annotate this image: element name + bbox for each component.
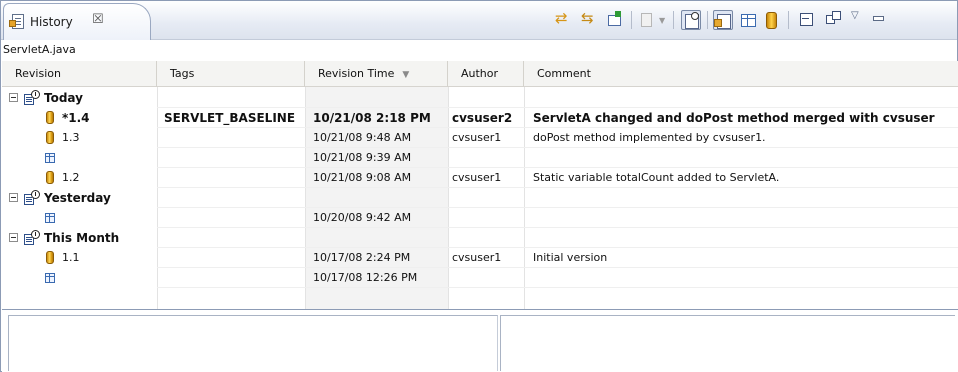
file-name-label: ServletA.java [3, 43, 76, 56]
revision-drum-icon [46, 111, 54, 124]
column-label: Revision Time [318, 67, 395, 80]
local-revision-icon [45, 153, 55, 163]
toolbar-separator [673, 11, 674, 29]
column-header-revision[interactable]: Revision [2, 61, 157, 87]
table-row[interactable]: *1.4 SERVLET_BASELINE 10/21/08 2:18 PM c… [2, 108, 958, 128]
table-row[interactable]: 10/20/08 9:42 AM [2, 208, 958, 228]
column-header-comment[interactable]: Comment [524, 61, 958, 87]
view-toolbar: ▼ [553, 8, 953, 34]
group-row-today[interactable]: Today [2, 88, 958, 108]
toolbar-separator [788, 11, 789, 29]
collapse-icon[interactable] [9, 93, 18, 102]
revision-time-cell: 10/21/08 9:08 AM [313, 171, 412, 184]
column-label: Tags [170, 67, 195, 80]
group-label: Yesterday [44, 191, 111, 205]
column-label: Comment [537, 67, 591, 80]
comment-cell: Initial version [533, 251, 608, 264]
tags-cell [164, 168, 304, 188]
column-header-revision-time[interactable]: Revision Time ▼ [305, 61, 448, 87]
column-header-author[interactable]: Author [448, 61, 524, 87]
column-label: Revision [15, 67, 61, 80]
refresh-icon[interactable] [553, 9, 573, 30]
tags-cell [164, 248, 304, 268]
local-revision-icon [45, 213, 55, 223]
revision-cell: *1.4 [62, 111, 90, 125]
compare-mode-icon[interactable] [579, 9, 599, 30]
revision-cell: 1.1 [62, 251, 80, 264]
author-cell: cvsuser1 [452, 131, 502, 144]
revision-drum-icon [46, 251, 54, 264]
author-cell: cvsuser1 [452, 171, 502, 184]
table-row[interactable]: 10/17/08 12:26 PM [2, 268, 958, 288]
history-view-icon [9, 14, 24, 29]
collapse-all-icon[interactable] [797, 10, 817, 30]
collapse-icon[interactable] [9, 193, 18, 202]
history-group-icon [24, 190, 40, 206]
dropdown-icon[interactable]: ▼ [659, 16, 665, 25]
layout-icon[interactable] [823, 10, 843, 30]
table-row[interactable]: 1.3 10/21/08 9:48 AM cvsuser1 doPost met… [2, 128, 958, 148]
table-mode-icon[interactable] [738, 10, 758, 30]
view-tab-strip: History ☒ ▼ [1, 1, 957, 40]
history-table: Revision Tags Revision Time ▼ Author Comm… [2, 61, 958, 309]
revision-drum-icon [46, 131, 54, 144]
show-history-icon[interactable] [681, 10, 701, 30]
collapse-icon[interactable] [9, 233, 18, 242]
sort-descending-icon: ▼ [402, 70, 410, 80]
local-revisions-icon[interactable] [713, 10, 733, 30]
history-group-icon [24, 230, 40, 246]
link-with-editor-icon[interactable] [605, 10, 625, 30]
local-revision-icon [45, 273, 55, 283]
tab-title: History [30, 15, 73, 29]
history-view: History ☒ ▼ ServletA.java Revisio [0, 0, 958, 372]
revision-cell: 1.3 [62, 131, 80, 144]
revision-time-cell: 10/21/08 9:39 AM [313, 151, 412, 164]
column-label: Author [461, 67, 499, 80]
view-menu-icon[interactable] [849, 10, 869, 30]
comment-cell: doPost method implemented by cvsuser1. [533, 131, 766, 144]
revision-time-cell: 10/17/08 2:24 PM [313, 251, 411, 264]
detail-area [2, 309, 958, 372]
revision-drum-icon [46, 171, 54, 184]
table-header: Revision Tags Revision Time ▼ Author Comm… [2, 61, 958, 87]
group-label: Today [44, 91, 83, 105]
table-row[interactable]: 1.1 10/17/08 2:24 PM cvsuser1 Initial ve… [2, 248, 958, 268]
close-icon[interactable]: ☒ [92, 13, 104, 27]
author-cell: cvsuser1 [452, 251, 502, 264]
comment-detail-pane[interactable] [8, 315, 498, 371]
remote-revisions-icon[interactable] [761, 10, 781, 30]
column-header-tags[interactable]: Tags [157, 61, 305, 87]
minimize-icon[interactable] [869, 10, 889, 30]
toolbar-separator [631, 11, 632, 29]
revision-time-cell: 10/21/08 2:18 PM [313, 111, 431, 125]
revision-time-cell: 10/21/08 9:48 AM [313, 131, 412, 144]
revision-time-cell: 10/20/08 9:42 AM [313, 211, 412, 224]
history-group-icon [24, 90, 40, 106]
tab-history[interactable]: History ☒ [3, 3, 151, 40]
tags-detail-pane[interactable] [500, 315, 955, 371]
group-row-this-month[interactable]: This Month [2, 228, 958, 248]
table-row[interactable]: 10/21/08 9:39 AM [2, 148, 958, 168]
author-cell: cvsuser2 [452, 111, 513, 125]
group-label: This Month [44, 231, 120, 245]
comment-cell: ServletA changed and doPost method merge… [533, 111, 935, 125]
group-row-yesterday[interactable]: Yesterday [2, 188, 958, 208]
tags-cell [164, 128, 304, 148]
toolbar-separator [707, 11, 708, 29]
pin-icon[interactable] [637, 10, 657, 30]
table-row[interactable]: 1.2 10/21/08 9:08 AM cvsuser1 Static var… [2, 168, 958, 188]
revision-time-cell: 10/17/08 12:26 PM [313, 271, 418, 284]
tags-cell: SERVLET_BASELINE [164, 111, 296, 125]
revision-cell: 1.2 [62, 171, 80, 184]
comment-cell: Static variable totalCount added to Serv… [533, 171, 780, 184]
